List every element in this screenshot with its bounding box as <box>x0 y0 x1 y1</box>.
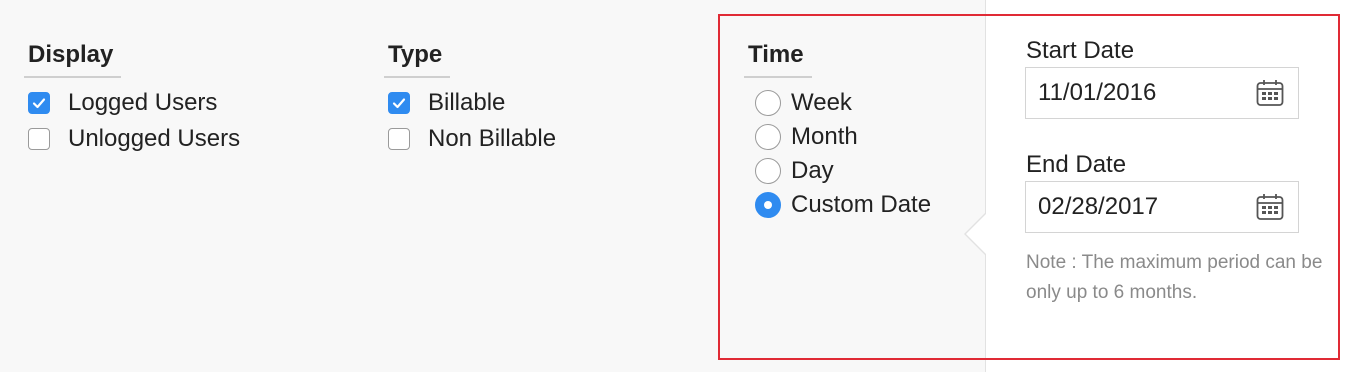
custom-date-label: Custom Date <box>791 191 932 218</box>
unlogged-users-label: Unlogged Users <box>68 125 241 152</box>
custom-date-radio[interactable] <box>755 192 781 218</box>
panel-pointer-fill <box>966 213 987 255</box>
display-heading: Display <box>24 40 122 78</box>
day-option[interactable]: Day <box>755 156 834 186</box>
day-label: Day <box>791 157 834 184</box>
non-billable-option[interactable]: Non Billable <box>388 124 556 154</box>
logged-users-label: Logged Users <box>68 89 218 116</box>
month-radio[interactable] <box>755 124 781 150</box>
week-label: Week <box>791 89 852 116</box>
non-billable-checkbox[interactable] <box>388 128 410 150</box>
week-radio[interactable] <box>755 90 781 116</box>
start-date-value: 11/01/2016 <box>1038 79 1157 106</box>
logged-users-checkbox[interactable] <box>28 92 50 114</box>
end-date-value: 02/28/2017 <box>1038 193 1159 220</box>
start-date-label: Start Date <box>1026 37 1135 64</box>
time-heading: Time <box>744 40 812 78</box>
calendar-icon[interactable] <box>1254 191 1286 223</box>
custom-date-option[interactable]: Custom Date <box>755 190 931 220</box>
logged-users-option[interactable]: Logged Users <box>28 88 217 118</box>
max-period-note: Note : The maximum period can be only up… <box>1026 252 1323 303</box>
month-label: Month <box>791 123 858 150</box>
calendar-icon[interactable] <box>1254 77 1286 109</box>
end-date-label: End Date <box>1026 151 1127 178</box>
billable-label: Billable <box>428 89 506 116</box>
day-radio[interactable] <box>755 158 781 184</box>
end-date-input[interactable]: 02/28/2017 <box>1025 181 1299 233</box>
month-option[interactable]: Month <box>755 122 858 152</box>
billable-checkbox[interactable] <box>388 92 410 114</box>
type-heading: Type <box>384 40 451 78</box>
check-icon <box>32 98 46 109</box>
unlogged-users-option[interactable]: Unlogged Users <box>28 124 240 154</box>
radio-selected-dot <box>764 201 772 209</box>
non-billable-label: Non Billable <box>428 125 557 152</box>
billable-option[interactable]: Billable <box>388 88 505 118</box>
check-icon <box>392 98 406 109</box>
unlogged-users-checkbox[interactable] <box>28 128 50 150</box>
start-date-input[interactable]: 11/01/2016 <box>1025 67 1299 119</box>
week-option[interactable]: Week <box>755 88 852 118</box>
